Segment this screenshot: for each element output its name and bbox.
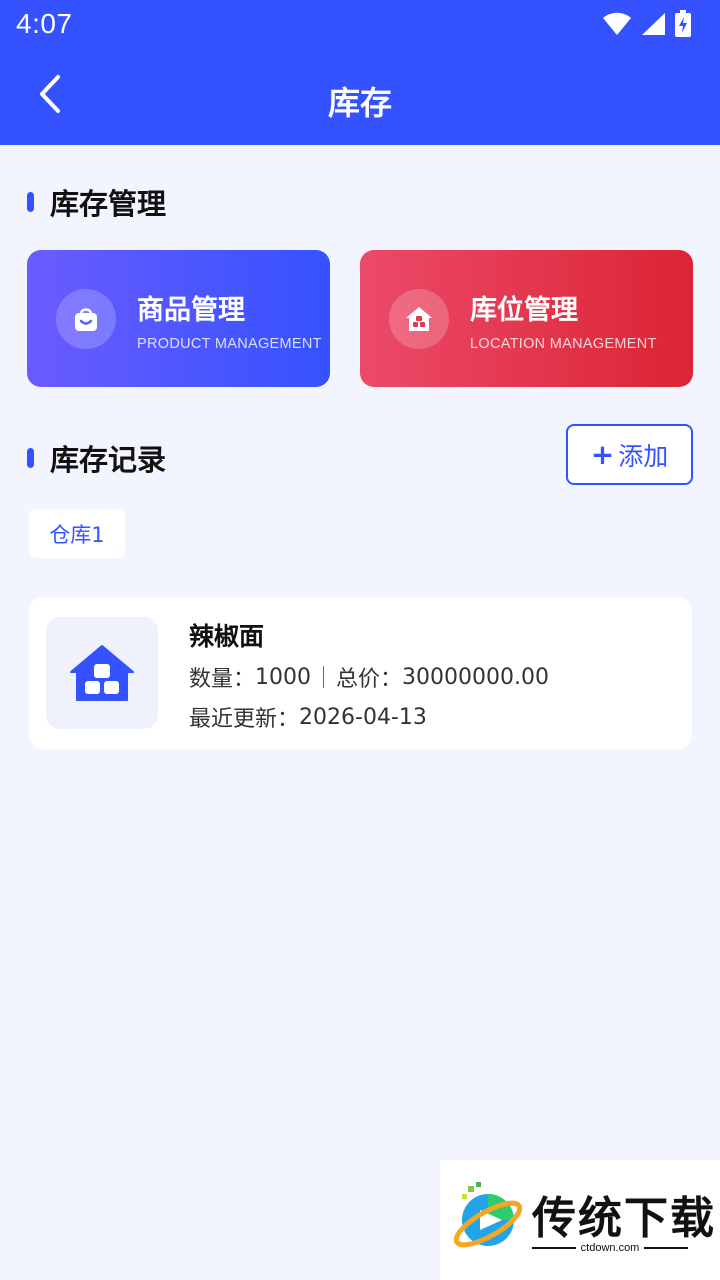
battery-charging-icon: [674, 10, 692, 38]
warehouse-filter-chip[interactable]: 仓库1: [29, 509, 125, 558]
wifi-icon: [602, 12, 632, 36]
page-title: 库存: [327, 84, 392, 122]
watermark: 传统下载 ctdown.com: [440, 1160, 720, 1280]
inventory-record-card[interactable]: 辣椒面 数量： 1000 总价： 30000000.00 最近更新： 2026-…: [29, 597, 692, 749]
updated-label: 最近更新：: [189, 707, 300, 732]
signal-icon: [640, 12, 666, 36]
watermark-text: 传统下载: [532, 1193, 716, 1244]
section-marker: [27, 448, 34, 468]
location-management-card[interactable]: 库位管理 LOCATION MANAGEMENT: [360, 250, 693, 387]
quantity-value: 1000: [255, 664, 312, 690]
add-button-label: 添加: [618, 441, 669, 471]
watermark-url: ctdown.com: [532, 1242, 689, 1254]
card-subtitle: PRODUCT MANAGEMENT: [137, 336, 322, 352]
total-value: 30000000.00: [402, 664, 549, 690]
warehouse-icon: [389, 289, 449, 349]
home-grid-icon: [46, 617, 158, 729]
section-title: 库存管理: [50, 187, 167, 221]
watermark-logo: [450, 1182, 526, 1262]
section-marker: [27, 192, 34, 212]
card-title: 商品管理: [137, 295, 245, 326]
inventory-management-header: 库存管理: [27, 181, 166, 223]
total-label: 总价：: [336, 667, 403, 692]
shopping-bag-icon: [56, 289, 116, 349]
card-title: 库位管理: [470, 295, 578, 326]
status-icons: [602, 10, 692, 38]
status-time: 4:07: [16, 8, 73, 39]
divider: [323, 666, 325, 688]
app-bar: 4:07 库存: [0, 0, 720, 145]
plus-icon: +: [590, 437, 615, 471]
record-quantity-price: 数量： 1000 总价： 30000000.00: [189, 661, 549, 693]
updated-value: 2026-04-13: [299, 704, 427, 730]
quantity-label: 数量：: [189, 667, 256, 692]
inventory-records-header: 库存记录: [27, 437, 166, 479]
watermark-url-text: ctdown.com: [580, 1242, 640, 1254]
card-subtitle: LOCATION MANAGEMENT: [470, 336, 657, 352]
product-management-card[interactable]: 商品管理 PRODUCT MANAGEMENT: [27, 250, 330, 387]
record-updated: 最近更新： 2026-04-13: [189, 701, 427, 733]
section-title: 库存记录: [50, 443, 167, 477]
record-product-name: 辣椒面: [189, 622, 265, 651]
add-record-button[interactable]: + 添加: [566, 424, 693, 485]
